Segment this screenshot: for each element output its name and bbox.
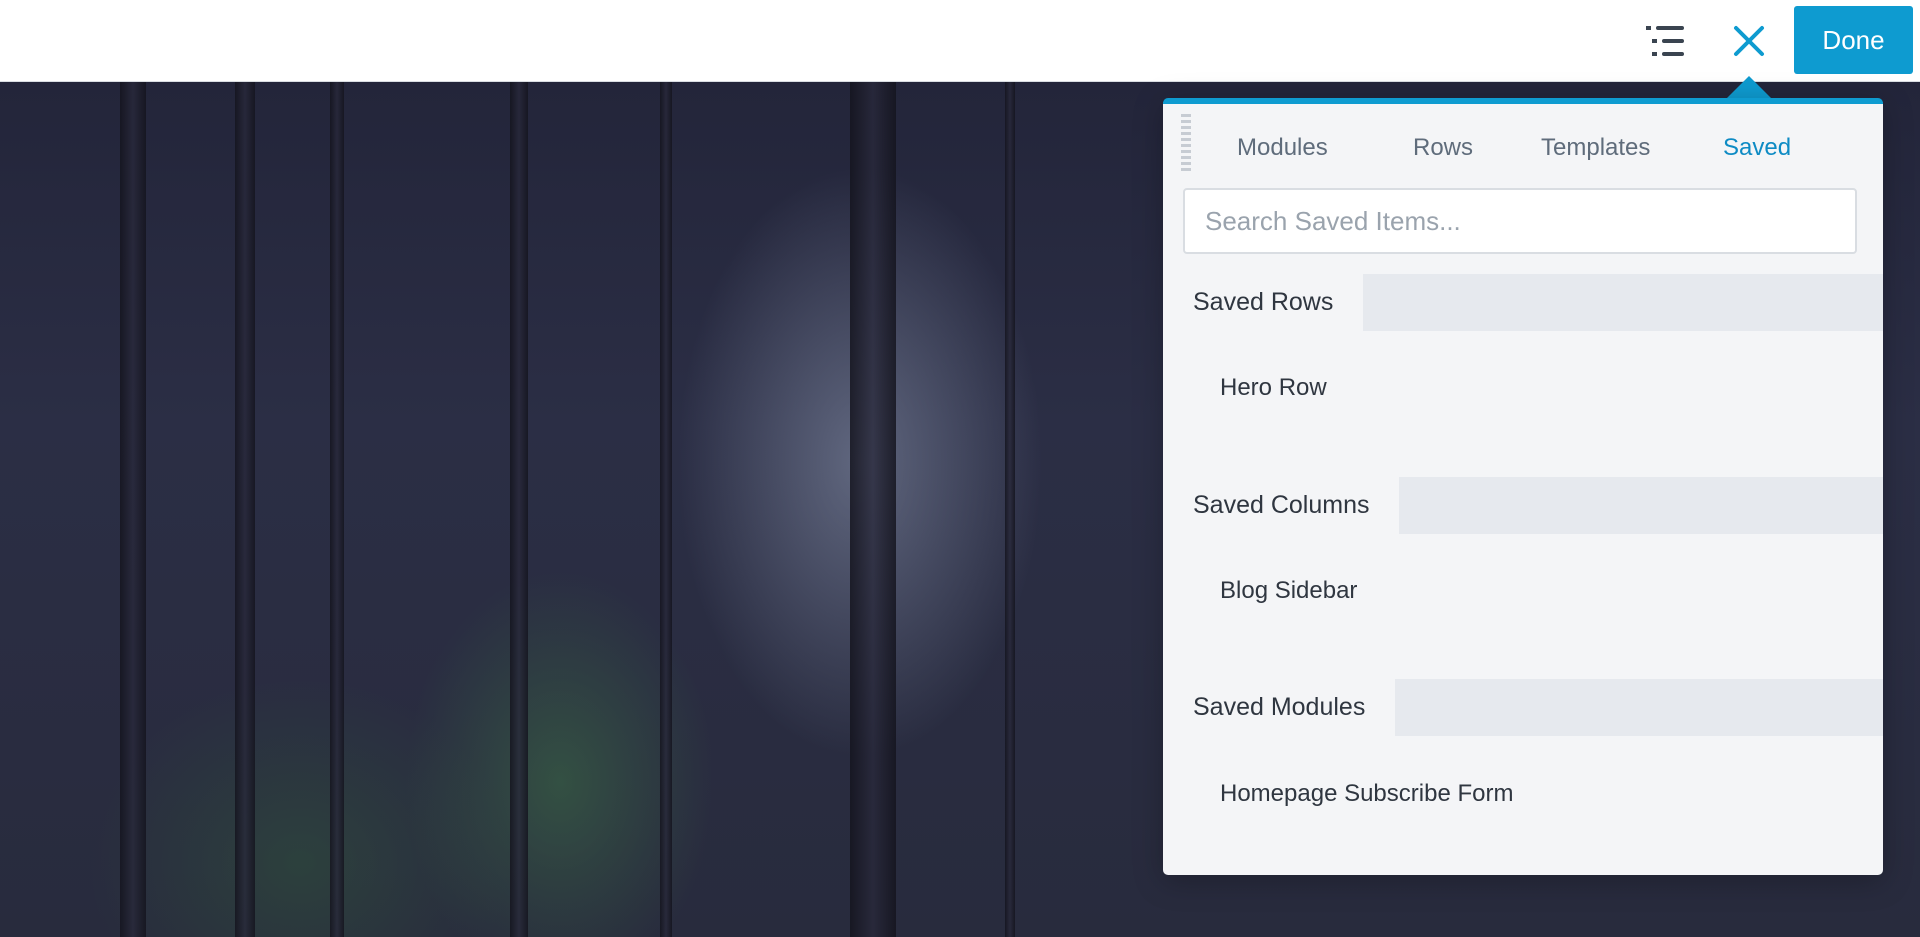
list-item[interactable]: Hero Row [1220, 374, 1327, 402]
done-button[interactable]: Done [1794, 6, 1913, 74]
section-title: Saved Columns [1163, 477, 1400, 534]
section-title: Saved Rows [1163, 274, 1364, 331]
list-item[interactable]: Blog Sidebar [1220, 577, 1357, 605]
section-header-saved-modules: Saved Modules [1163, 679, 1883, 736]
panel-tabs: Modules Rows Templates Saved [1163, 104, 1883, 186]
tab-saved[interactable]: Saved [1723, 134, 1791, 162]
outline-list-icon[interactable] [1640, 20, 1690, 62]
top-toolbar: Done [0, 0, 1920, 82]
list-item[interactable]: Homepage Subscribe Form [1220, 780, 1513, 808]
tab-templates[interactable]: Templates [1541, 134, 1650, 162]
panel-pointer-arrow [1727, 76, 1771, 98]
section-title: Saved Modules [1163, 679, 1396, 736]
tab-modules[interactable]: Modules [1237, 134, 1328, 162]
section-header-saved-columns: Saved Columns [1163, 477, 1883, 534]
close-icon[interactable] [1728, 20, 1770, 62]
content-panel: Modules Rows Templates Saved Saved Rows … [1163, 98, 1883, 875]
search-input[interactable] [1183, 188, 1857, 254]
section-header-saved-rows: Saved Rows [1163, 274, 1883, 331]
tab-rows[interactable]: Rows [1413, 134, 1473, 162]
